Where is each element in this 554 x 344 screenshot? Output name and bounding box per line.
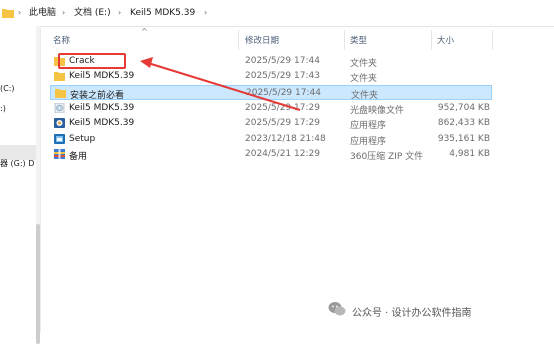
- breadcrumb-this-pc[interactable]: 此电脑: [29, 7, 56, 19]
- breadcrumb-drive-e[interactable]: 文档 (E:): [74, 7, 111, 19]
- folder-icon: [54, 72, 65, 81]
- column-divider[interactable]: [238, 30, 239, 50]
- breadcrumb-keil-folder[interactable]: Keil5 MDK5.39: [130, 7, 195, 19]
- column-header-type[interactable]: 类型: [350, 34, 367, 46]
- column-header-name[interactable]: 名称: [53, 34, 70, 46]
- chevron-right-icon: ›: [18, 8, 22, 17]
- nav-scrollbar[interactable]: [36, 26, 40, 344]
- nav-item-drive-c[interactable]: (C:): [0, 84, 15, 93]
- chevron-right-icon: ›: [118, 8, 122, 17]
- wechat-icon: [328, 302, 346, 316]
- scrollbar-thumb[interactable]: [36, 224, 40, 344]
- setup-icon: [54, 134, 65, 144]
- column-divider[interactable]: [431, 30, 432, 50]
- column-header-size[interactable]: 大小: [437, 34, 454, 46]
- column-divider[interactable]: [344, 30, 345, 50]
- file-row-read-before-install[interactable]: 安装之前必看 2025/5/29 17:44 文件夹: [50, 85, 492, 101]
- chevron-right-icon: ›: [62, 8, 66, 17]
- file-row-keil-folder[interactable]: Keil5 MDK5.39 2025/5/29 17:43 文件夹: [50, 69, 492, 84]
- folder-icon: [55, 89, 66, 98]
- nav-item-drive-g[interactable]: 器 (G:) D: [0, 158, 34, 169]
- column-divider[interactable]: [492, 30, 493, 50]
- watermark-text: 公众号 · 设计办公软件指南: [352, 308, 472, 319]
- file-row-keil-exe[interactable]: Keil5 MDK5.39 2025/5/29 17:29 应用程序 862,4…: [50, 116, 492, 131]
- navigation-pane: (C:) :) 器 (G:) D: [0, 26, 41, 332]
- annotation-highlight-box: [58, 53, 126, 69]
- sort-ascending-icon: ^: [141, 27, 148, 36]
- chevron-right-icon: ›: [204, 8, 208, 17]
- zip-icon: [54, 149, 65, 159]
- nav-item-drive[interactable]: :): [0, 104, 6, 113]
- file-row-setup[interactable]: Setup 2023/12/18 21:48 应用程序 935,161 KB: [50, 132, 492, 147]
- column-header-date[interactable]: 修改日期: [245, 34, 279, 46]
- file-row-backup-zip[interactable]: 备用 2024/5/21 12:29 360压缩 ZIP 文件 4,981 KB: [50, 147, 492, 162]
- address-bar[interactable]: › 此电脑 › 文档 (E:) › Keil5 MDK5.39 ›: [0, 0, 554, 27]
- installer-icon: [54, 118, 65, 128]
- annotation-arrow: [140, 57, 301, 111]
- folder-icon: [2, 9, 14, 18]
- file-row-keil-iso[interactable]: Keil5 MDK5.39 2025/5/29 17:29 光盘映像文件 952…: [50, 101, 492, 116]
- disc-image-icon: [54, 103, 65, 113]
